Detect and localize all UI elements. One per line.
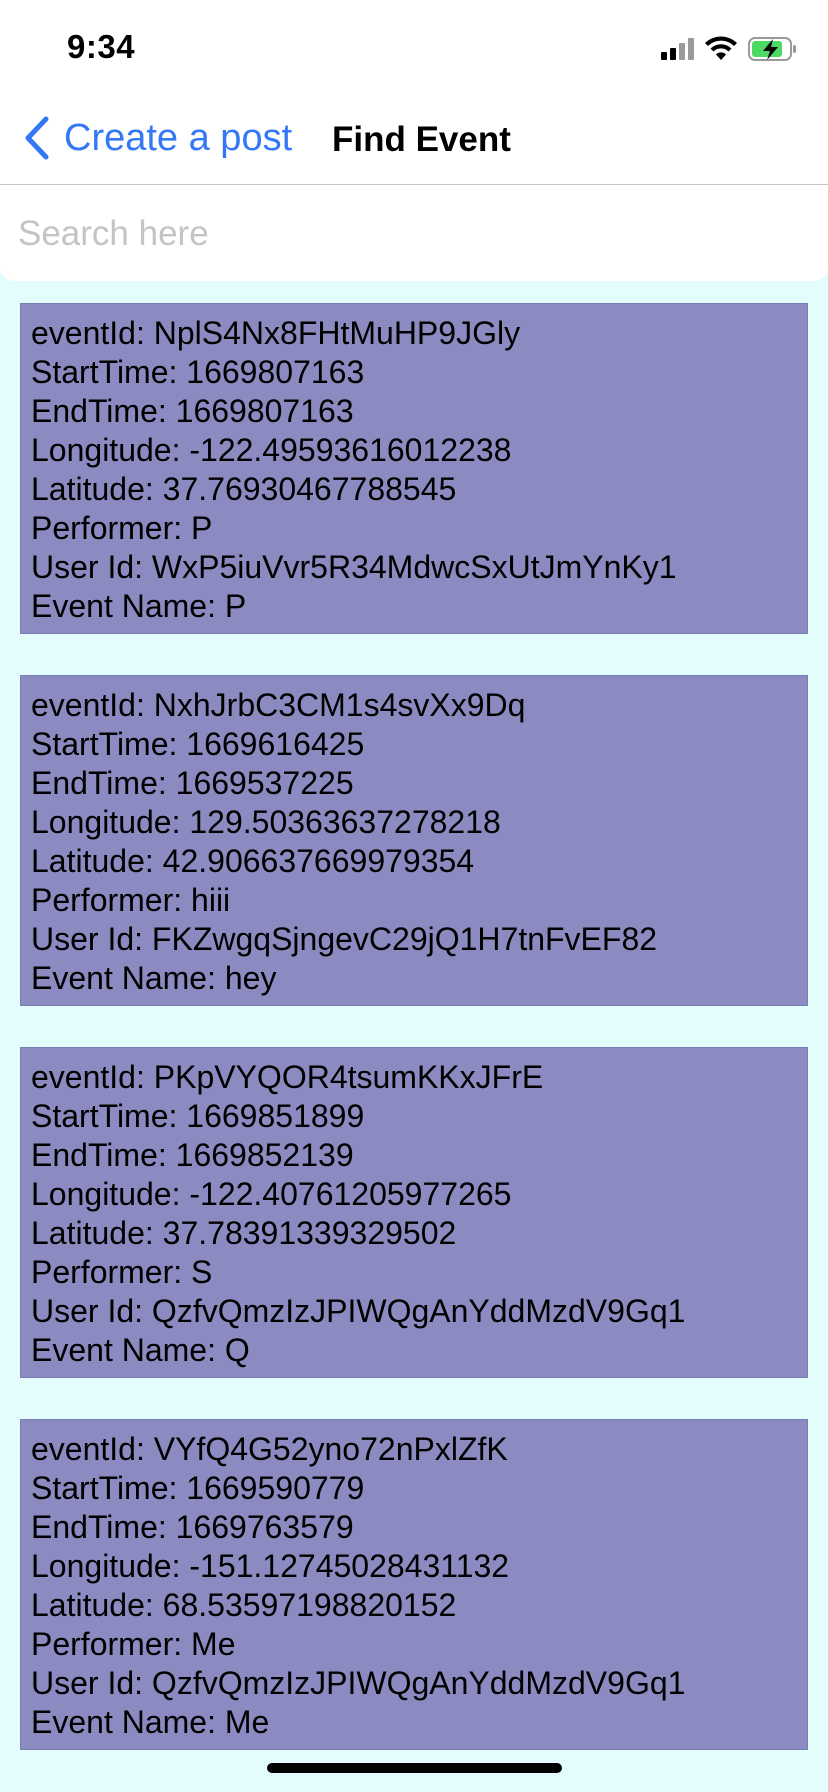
page-title: Find Event [332,120,511,159]
battery-charging-icon [748,37,796,61]
event-start-time: StartTime: 1669807163 [31,354,365,390]
event-user-id: User Id: FKZwgqSjngevC29jQ1H7tnFvEF82 [31,921,658,957]
event-performer: Performer: hiii [31,882,231,918]
event-event-id: eventId: VYfQ4G52yno72nPxlZfK [31,1431,508,1467]
event-end-time: EndTime: 1669763579 [31,1509,354,1545]
event-performer: Performer: P [31,510,213,546]
chevron-left-icon [25,116,49,160]
event-event-id: eventId: PKpVYQOR4tsumKKxJFrE [31,1059,544,1095]
event-longitude: Longitude: 129.50363637278218 [31,804,501,840]
event-card[interactable]: eventId: PKpVYQOR4tsumKKxJFrE StartTime: … [20,1047,808,1378]
event-event-id: eventId: NxhJrbC3CM1s4svXx9Dq [31,687,526,723]
event-user-id: User Id: QzfvQmzIzJPIWQgAnYddMzdV9Gq1 [31,1665,686,1701]
event-start-time: StartTime: 1669616425 [31,726,365,762]
event-end-time: EndTime: 1669852139 [31,1137,354,1173]
event-list[interactable]: eventId: NplS4Nx8FHtMuHP9JGly StartTime: … [20,303,808,1791]
event-event-name: Event Name: Me [31,1704,270,1740]
search-bar [0,185,828,281]
search-input[interactable] [16,205,810,263]
navigation-bar: Create a post Find Event [0,92,828,185]
back-button-label: Create a post [64,116,293,159]
event-event-name: Event Name: P [31,588,247,624]
status-icons [661,34,798,64]
event-card[interactable]: eventId: VYfQ4G52yno72nPxlZfK StartTime: … [20,1419,808,1750]
event-start-time: StartTime: 1669851899 [31,1098,365,1134]
event-latitude: Latitude: 68.53597198820152 [31,1587,457,1623]
event-end-time: EndTime: 1669537225 [31,765,354,801]
status-time: 9:34 [67,28,136,65]
event-longitude: Longitude: -151.12745028431132 [31,1548,510,1584]
event-longitude: Longitude: -122.40761205977265 [31,1176,512,1212]
event-event-name: Event Name: Q [31,1332,250,1368]
status-bar: 9:34 [0,0,828,92]
cellular-signal-icon [661,38,694,60]
event-event-id: eventId: NplS4Nx8FHtMuHP9JGly [31,315,521,351]
wifi-icon [705,36,737,60]
event-latitude: Latitude: 37.76930467788545 [31,471,457,507]
event-latitude: Latitude: 42.906637669979354 [31,843,475,879]
event-performer: Performer: S [31,1254,213,1290]
home-indicator [267,1763,562,1773]
event-user-id: User Id: QzfvQmzIzJPIWQgAnYddMzdV9Gq1 [31,1293,686,1329]
event-latitude: Latitude: 37.78391339329502 [31,1215,457,1251]
event-end-time: EndTime: 1669807163 [31,393,354,429]
event-event-name: Event Name: hey [31,960,277,996]
event-longitude: Longitude: -122.49593616012238 [31,432,512,468]
back-button[interactable]: Create a post [22,112,292,164]
event-card[interactable]: eventId: NxhJrbC3CM1s4svXx9Dq StartTime: … [20,675,808,1006]
event-card[interactable]: eventId: NplS4Nx8FHtMuHP9JGly StartTime: … [20,303,808,634]
event-start-time: StartTime: 1669590779 [31,1470,365,1506]
event-performer: Performer: Me [31,1626,236,1662]
event-user-id: User Id: WxP5iuVvr5R34MdwcSxUtJmYnKy1 [31,549,677,585]
